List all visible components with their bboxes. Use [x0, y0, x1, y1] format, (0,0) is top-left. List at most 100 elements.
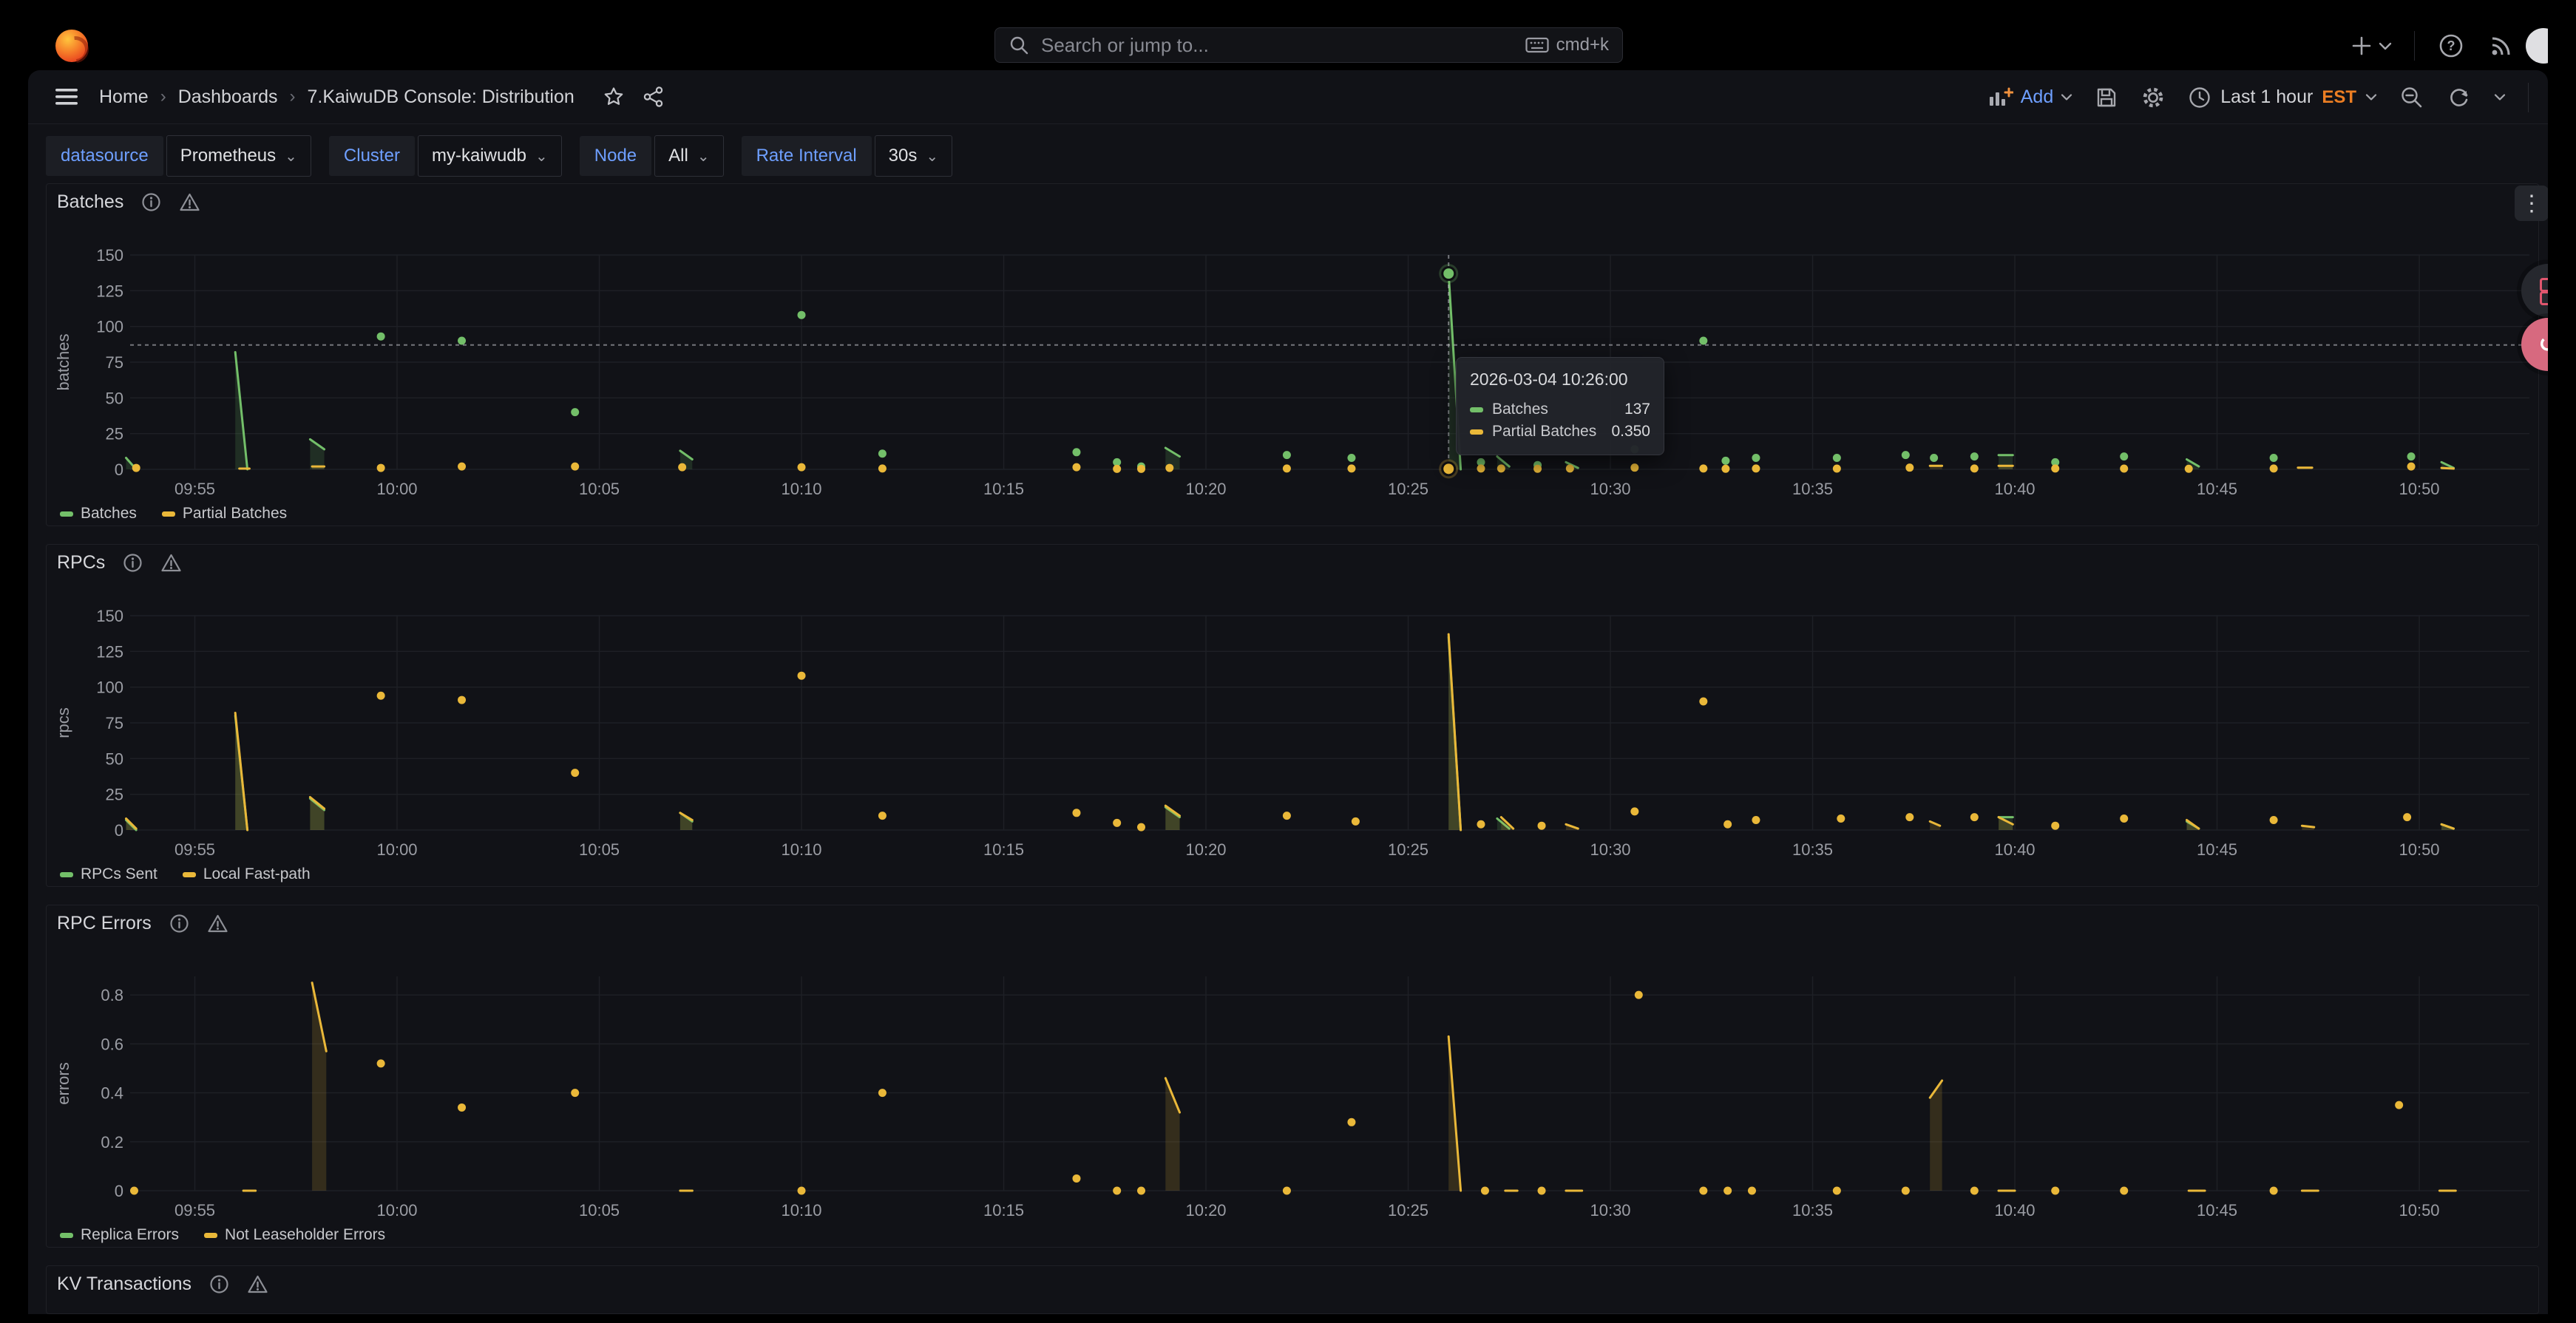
- info-icon[interactable]: [141, 192, 161, 212]
- breadcrumb-item[interactable]: Home: [99, 86, 149, 108]
- svg-text:50: 50: [106, 749, 123, 768]
- warning-icon[interactable]: [207, 914, 228, 933]
- chevron-down-icon: [2379, 41, 2392, 50]
- tooltip-series-label: Partial Batches: [1492, 423, 1602, 441]
- search-bar[interactable]: cmd+k: [994, 27, 1623, 63]
- chart-batches[interactable]: 025507510012515009:5510:0010:0510:1010:1…: [47, 184, 2538, 526]
- new-item-button[interactable]: [2350, 35, 2392, 57]
- svg-text:rpcs: rpcs: [54, 707, 72, 738]
- floating-badge-icon: ↺: [2538, 332, 2548, 358]
- help-icon[interactable]: ?: [2437, 32, 2465, 60]
- panel-title[interactable]: RPC Errors: [57, 913, 152, 934]
- refresh-icon[interactable]: [2447, 85, 2472, 110]
- time-range-picker[interactable]: Last 1 hour EST: [2188, 86, 2377, 109]
- filter-value: 30s: [889, 146, 918, 166]
- panel-title[interactable]: KV Transactions: [57, 1273, 191, 1295]
- info-icon[interactable]: [169, 914, 189, 933]
- save-dashboard-icon[interactable]: [2095, 86, 2118, 109]
- zoom-out-icon[interactable]: [2399, 85, 2424, 110]
- grafana-logo[interactable]: [55, 30, 88, 62]
- filter-value: my-kaiwudb: [432, 146, 526, 166]
- svg-text:09:55: 09:55: [174, 480, 215, 498]
- svg-text:10:10: 10:10: [781, 1201, 821, 1220]
- star-icon[interactable]: [603, 86, 625, 108]
- panel-header: RPCs: [47, 545, 2538, 580]
- news-rss-icon[interactable]: [2487, 32, 2515, 60]
- tooltip-series-value: 137: [1624, 401, 1650, 418]
- svg-text:0: 0: [115, 1182, 123, 1200]
- legend-swatch: [162, 511, 175, 517]
- svg-text:10:35: 10:35: [1792, 480, 1833, 498]
- dashboard-window: Home›Dashboards›7.KaiwuDB Console: Distr…: [28, 70, 2548, 1314]
- svg-text:100: 100: [96, 318, 123, 336]
- svg-text:10:25: 10:25: [1388, 840, 1428, 859]
- panel-legend: RPCs Sent Local Fast-path: [60, 865, 311, 883]
- tooltip-series-swatch: [1470, 407, 1483, 412]
- info-icon[interactable]: [123, 553, 143, 573]
- svg-text:0.2: 0.2: [101, 1133, 123, 1152]
- svg-text:10:35: 10:35: [1792, 840, 1833, 859]
- info-icon[interactable]: [209, 1274, 229, 1294]
- svg-text:75: 75: [106, 353, 123, 372]
- panel-menu-kebab-icon[interactable]: ⋮: [2515, 186, 2548, 221]
- breadcrumb: Home›Dashboards›7.KaiwuDB Console: Distr…: [99, 86, 574, 108]
- svg-text:150: 150: [96, 246, 123, 265]
- svg-text:50: 50: [106, 389, 123, 407]
- legend-swatch: [60, 511, 73, 517]
- svg-text:10:00: 10:00: [376, 1201, 417, 1220]
- legend-item-replica-errors[interactable]: Replica Errors: [60, 1226, 179, 1244]
- svg-text:25: 25: [106, 786, 123, 804]
- tooltip-series-value: 0.350: [1611, 423, 1650, 441]
- keyboard-icon: [1525, 36, 1549, 54]
- svg-text:0.4: 0.4: [101, 1084, 123, 1103]
- svg-text:09:55: 09:55: [174, 1201, 215, 1220]
- filter-node-select[interactable]: All⌄: [654, 135, 723, 177]
- user-avatar[interactable]: [2526, 28, 2548, 64]
- chevron-down-icon: ⌄: [926, 147, 938, 166]
- breadcrumb-item[interactable]: Dashboards: [178, 86, 278, 108]
- warning-icon[interactable]: [247, 1274, 268, 1294]
- legend-item-batches[interactable]: Batches: [60, 505, 137, 523]
- refresh-interval-chevron-icon[interactable]: [2494, 93, 2506, 101]
- top-nav: cmd+k ?: [28, 0, 2548, 70]
- filter-rate-interval-select[interactable]: 30s ⌄: [875, 135, 952, 177]
- legend-label: Local Fast-path: [203, 865, 311, 883]
- breadcrumb-separator: ›: [290, 86, 296, 107]
- legend-item-local-fast-path[interactable]: Local Fast-path: [183, 865, 311, 883]
- legend-item-rpcs-sent[interactable]: RPCs Sent: [60, 865, 157, 883]
- filter-cluster-select[interactable]: my-kaiwudb⌄: [418, 135, 562, 177]
- svg-text:10:15: 10:15: [983, 1201, 1024, 1220]
- legend-item-partial-batches[interactable]: Partial Batches: [162, 505, 287, 523]
- panel-legend: Replica Errors Not Leaseholder Errors: [60, 1226, 385, 1244]
- breadcrumb-separator: ›: [160, 86, 166, 107]
- share-icon[interactable]: [643, 86, 665, 108]
- legend-swatch: [60, 1233, 73, 1238]
- svg-text:10:40: 10:40: [1994, 480, 2035, 498]
- legend-item-not-leaseholder-errors[interactable]: Not Leaseholder Errors: [204, 1226, 385, 1244]
- menu-hamburger-icon[interactable]: [55, 87, 78, 106]
- panel-title[interactable]: Batches: [57, 191, 123, 213]
- chart-rpcs[interactable]: 025507510012515009:5510:0010:0510:1010:1…: [47, 545, 2538, 886]
- svg-text:errors: errors: [54, 1062, 72, 1104]
- dashboard-variables: datasourcePrometheus⌄Clustermy-kaiwudb⌄N…: [46, 135, 952, 177]
- filter-datasource: datasourcePrometheus⌄: [46, 135, 311, 177]
- filter-label: datasource: [46, 136, 163, 176]
- add-panel-button[interactable]: Add: [1988, 86, 2072, 109]
- warning-icon[interactable]: [160, 553, 182, 573]
- dashboard-settings-gear-icon[interactable]: [2141, 85, 2166, 110]
- tooltip-timestamp: 2026-03-04 10:26:00: [1470, 370, 1650, 390]
- panel-title[interactable]: RPCs: [57, 552, 105, 574]
- chart-rpc-errors[interactable]: 00.20.40.60.809:5510:0010:0510:1010:1510…: [47, 905, 2538, 1247]
- shortcut-hint: cmd+k: [1525, 35, 1609, 55]
- legend-swatch: [183, 872, 196, 877]
- svg-text:10:20: 10:20: [1185, 1201, 1226, 1220]
- panel-header: Batches: [47, 184, 2538, 220]
- filter-datasource-select[interactable]: Prometheus⌄: [166, 135, 311, 177]
- panel-batches: Batches⋮025507510012515009:5510:0010:051…: [46, 183, 2539, 526]
- search-input[interactable]: [1040, 33, 1515, 58]
- svg-text:0: 0: [115, 460, 123, 479]
- nav-divider: [2414, 31, 2415, 61]
- warning-icon[interactable]: [179, 192, 200, 212]
- search-icon: [1009, 35, 1029, 55]
- svg-text:10:25: 10:25: [1388, 1201, 1428, 1220]
